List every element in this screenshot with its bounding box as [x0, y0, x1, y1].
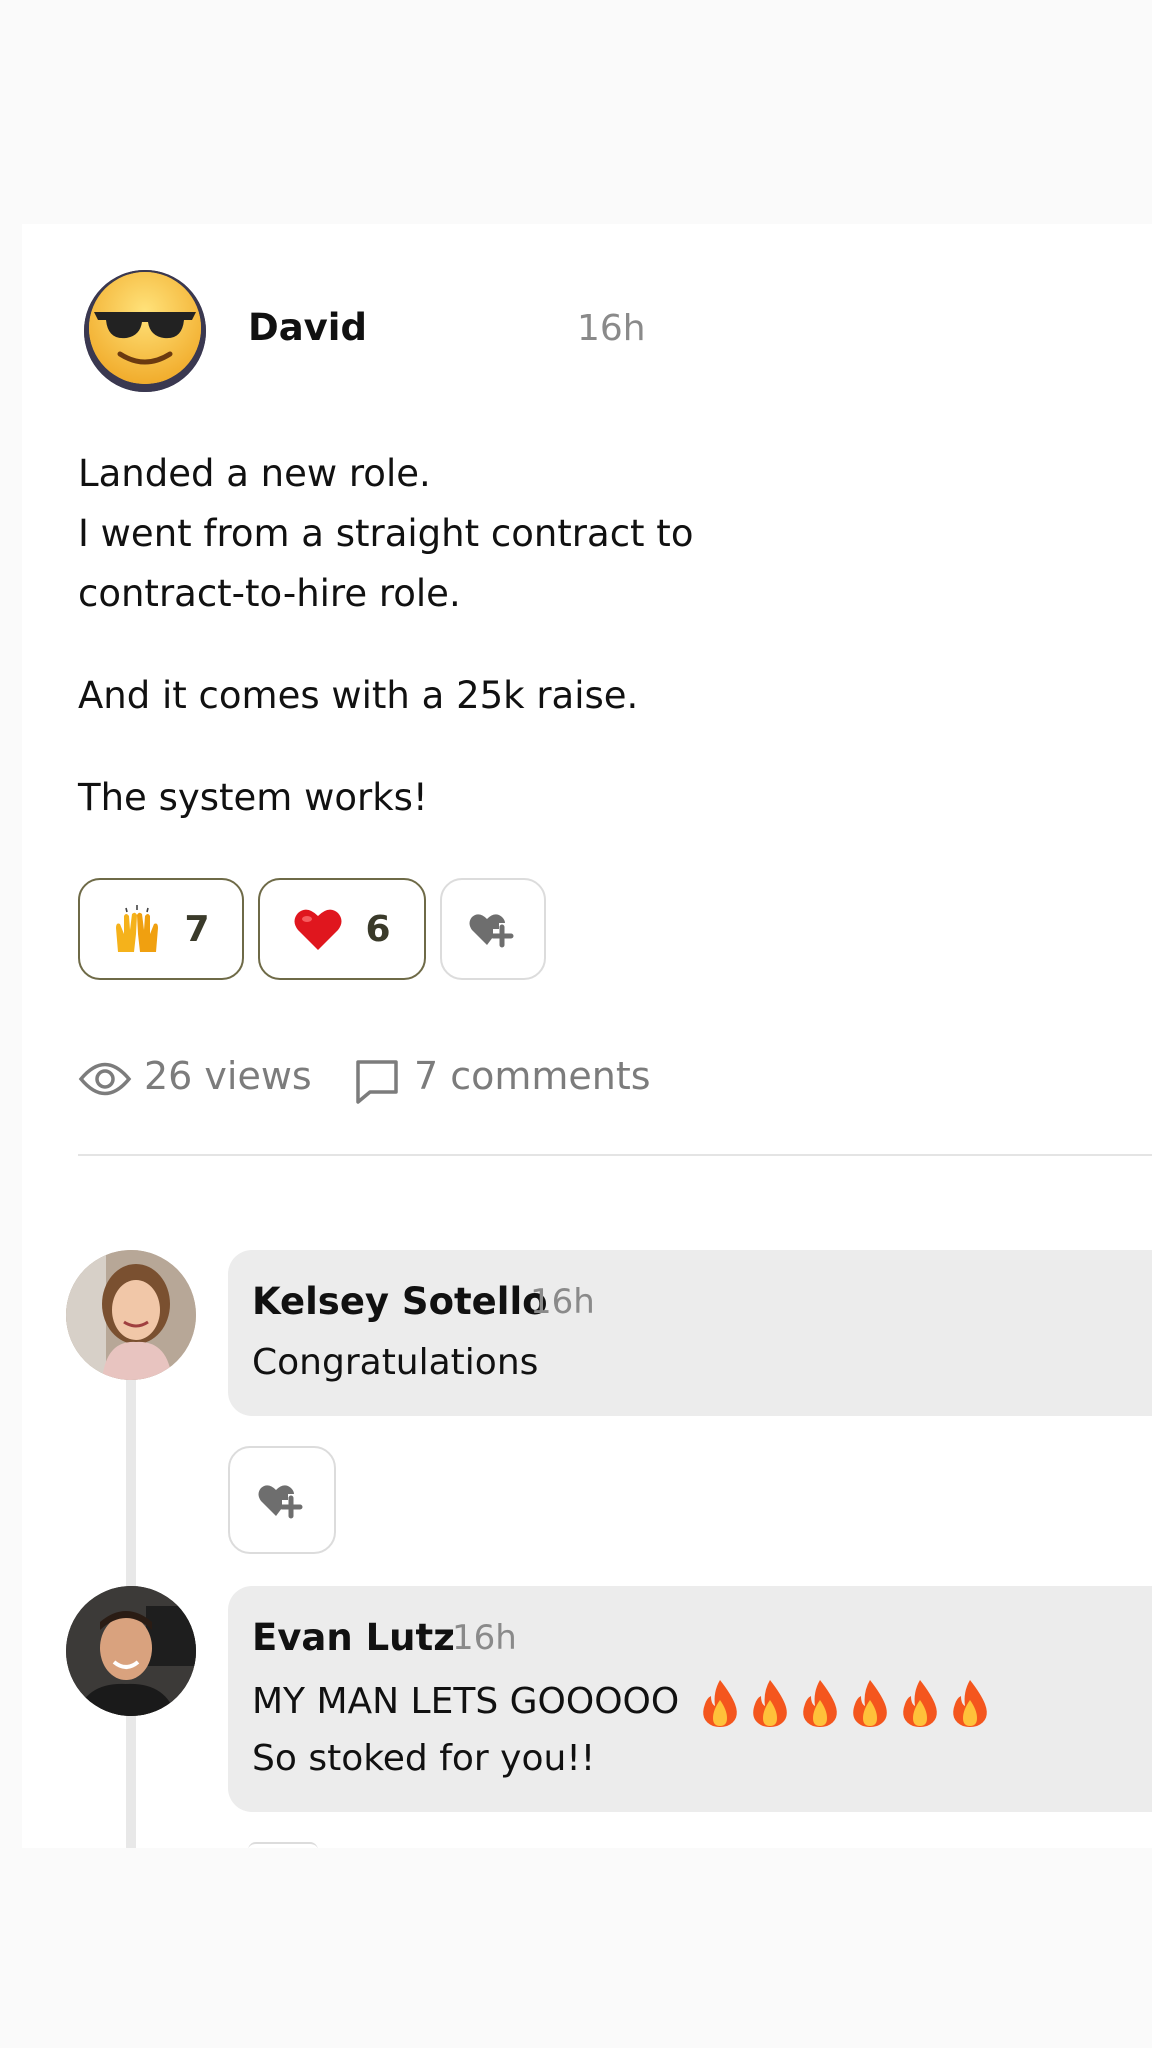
- fire-emoji-icon: [853, 1680, 888, 1727]
- post-body-line: And it comes with a 25k raise.: [78, 674, 639, 717]
- user-photo-icon: [66, 1250, 196, 1380]
- author-avatar[interactable]: [84, 270, 206, 392]
- post-card: David 16h Landed a new role. I went from…: [22, 224, 1152, 1848]
- fire-emoji-icon: [953, 1680, 988, 1727]
- sunglasses-emoji-icon: [84, 270, 206, 392]
- comment-text-line: MY MAN LETS GOOOOO: [252, 1681, 680, 1722]
- post-timestamp: 16h: [577, 308, 646, 349]
- fire-emoji-icon: [903, 1680, 938, 1727]
- eye-icon: [78, 1062, 132, 1096]
- comment-bubble: Evan Lutz 16h MY MAN LETS GOOOOO So stok…: [228, 1586, 1152, 1812]
- comment-timestamp: 16h: [452, 1618, 517, 1658]
- reaction-raising-hands-button[interactable]: 7: [78, 878, 244, 980]
- comment-text: So stoked for you!!: [252, 1738, 596, 1779]
- raising-hands-emoji-icon: [116, 905, 159, 952]
- next-reaction-button-edge: [248, 1842, 318, 1848]
- post-body-line: Landed a new role.: [78, 452, 431, 495]
- user-photo-icon: [66, 1586, 196, 1716]
- comment-add-reaction-button[interactable]: [228, 1446, 336, 1554]
- comment-timestamp: 16h: [530, 1282, 595, 1322]
- comment-text: MY MAN LETS GOOOOO: [252, 1678, 993, 1728]
- reaction-count: 7: [184, 908, 210, 950]
- comment-text: Congratulations: [252, 1342, 539, 1383]
- reaction-heart-button[interactable]: 6: [258, 878, 426, 980]
- post-body-line: I went from a straight contract to: [78, 512, 694, 555]
- post-body-line: contract-to-hire role.: [78, 572, 461, 615]
- divider: [78, 1154, 1152, 1156]
- red-heart-emoji-icon: [294, 909, 342, 950]
- reaction-count: 6: [365, 908, 391, 950]
- comment-bubble: Kelsey Sotello 16h Congratulations: [228, 1250, 1152, 1416]
- commenter-avatar[interactable]: [66, 1250, 196, 1380]
- commenter-name[interactable]: Kelsey Sotello: [252, 1280, 548, 1323]
- fire-emoji-icon: [703, 1680, 738, 1727]
- views-count: 26 views: [144, 1054, 312, 1098]
- commenter-avatar[interactable]: [66, 1586, 196, 1716]
- commenter-name[interactable]: Evan Lutz: [252, 1616, 455, 1659]
- comment-icon: [356, 1060, 398, 1104]
- fire-emoji-icon: [753, 1680, 788, 1727]
- post-author-name[interactable]: David: [248, 306, 367, 349]
- heart-plus-icon: [258, 1485, 303, 1519]
- comments-count[interactable]: 7 comments: [414, 1054, 651, 1098]
- fire-emojis: [693, 1680, 993, 1727]
- post-body-line: The system works!: [78, 776, 428, 819]
- add-reaction-button[interactable]: [440, 878, 546, 980]
- fire-emoji-icon: [803, 1680, 838, 1727]
- heart-plus-icon: [469, 914, 514, 948]
